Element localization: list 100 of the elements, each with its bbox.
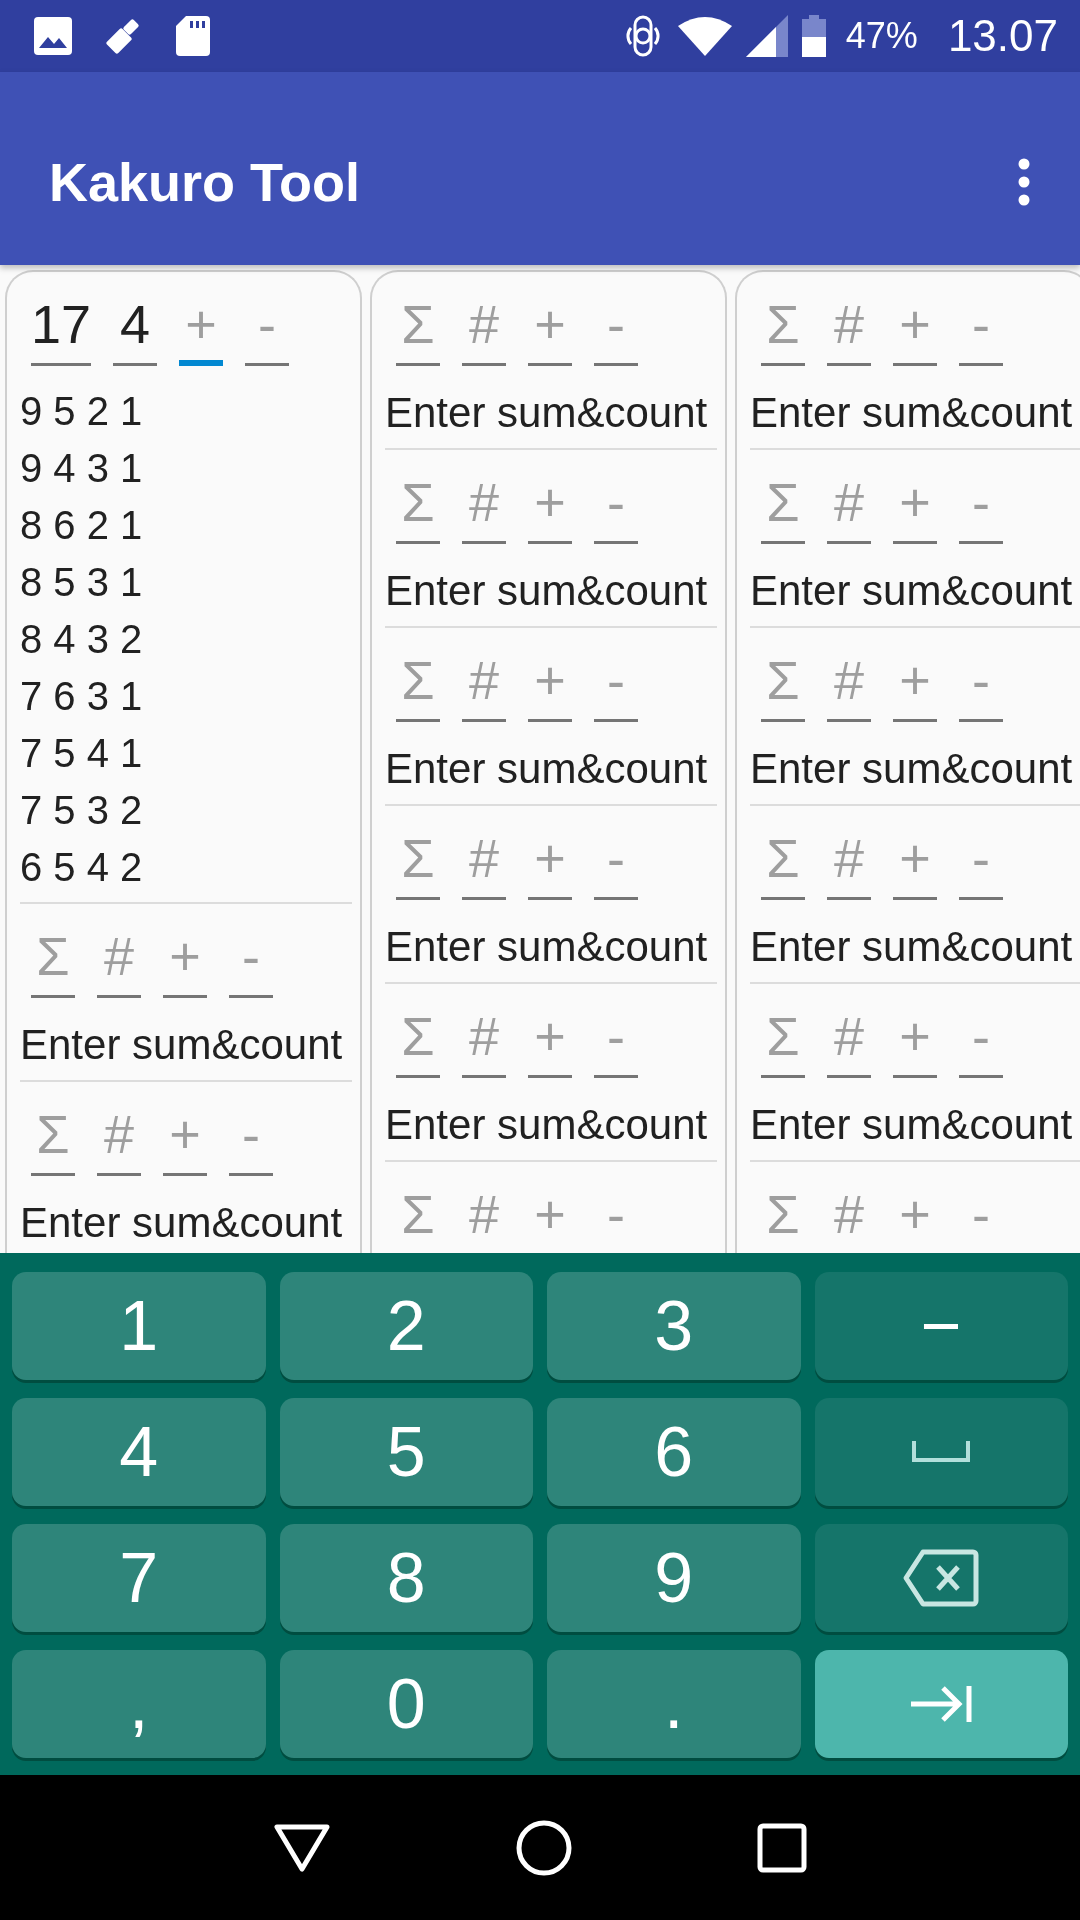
input-field[interactable]: + [179, 286, 224, 366]
image-icon [34, 17, 72, 55]
input-field[interactable]: + [893, 642, 937, 722]
input-field[interactable]: + [528, 642, 572, 722]
back-icon [272, 1822, 331, 1873]
battery-percent: 47% [845, 15, 918, 57]
input-field[interactable]: # [97, 1096, 141, 1176]
input-field[interactable]: Σ [31, 1096, 75, 1176]
key-button[interactable]: 3 [547, 1272, 801, 1380]
combination-line: 8 4 3 2 [20, 616, 144, 663]
input-field[interactable]: Σ [396, 998, 440, 1078]
input-field[interactable]: Σ [761, 286, 805, 366]
input-field[interactable]: # [462, 820, 506, 900]
input-field[interactable]: - [959, 820, 1003, 900]
input-field[interactable]: # [462, 286, 506, 366]
input-field[interactable]: - [229, 1096, 273, 1176]
key-button[interactable]: 7 [12, 1524, 266, 1632]
input-field[interactable]: Σ [31, 918, 75, 998]
input-field[interactable]: Σ [761, 998, 805, 1078]
key-button[interactable]: 1 [12, 1272, 266, 1380]
combination-line: 9 5 2 1 [20, 388, 144, 435]
space-icon [912, 1441, 971, 1463]
hint-text: Enter sum&count [385, 909, 717, 984]
input-field[interactable]: + [528, 998, 572, 1078]
input-field[interactable]: + [528, 464, 572, 544]
next-field-icon [909, 1684, 974, 1724]
wifi-icon [677, 16, 732, 56]
input-field[interactable]: - [959, 998, 1003, 1078]
combination-line: 7 6 3 1 [20, 673, 144, 720]
input-field[interactable]: Σ [396, 286, 440, 366]
input-field[interactable]: - [959, 464, 1003, 544]
key-button[interactable]: 5 [279, 1398, 533, 1506]
combination-line: 6 5 4 2 [20, 844, 144, 891]
hint-text: Enter sum&count [385, 553, 717, 628]
input-field[interactable]: - [229, 918, 273, 998]
input-field[interactable]: # [827, 464, 871, 544]
input-field[interactable]: - [245, 286, 290, 366]
input-field[interactable]: # [97, 918, 141, 998]
input-field[interactable]: # [827, 820, 871, 900]
input-field[interactable]: # [827, 998, 871, 1078]
hint-text: Enter sum&count [20, 1007, 352, 1082]
input-field[interactable]: # [827, 286, 871, 366]
hint-text: Enter sum&count [385, 375, 717, 450]
sd-card-icon [176, 16, 210, 56]
hint-text: Enter sum&count [385, 1087, 717, 1162]
key-button[interactable]: 0 [279, 1650, 533, 1758]
input-field[interactable]: # [462, 642, 506, 722]
input-field[interactable]: - [594, 642, 638, 722]
combination-line: 7 5 3 2 [20, 787, 144, 834]
brush-icon [106, 18, 142, 54]
backspace-key[interactable] [814, 1524, 1068, 1632]
recents-button[interactable] [757, 1822, 808, 1873]
input-field[interactable]: + [893, 286, 937, 366]
hint-text: Enter sum&count [750, 553, 1080, 628]
more-icon [1018, 157, 1030, 206]
key-button[interactable]: 4 [12, 1398, 266, 1506]
key-button[interactable]: 6 [547, 1398, 801, 1506]
key-button[interactable]: 8 [279, 1524, 533, 1632]
hint-text: Enter sum&count [750, 909, 1080, 984]
input-field[interactable]: - [594, 286, 638, 366]
input-field[interactable]: - [959, 642, 1003, 722]
key-button[interactable]: − [814, 1272, 1068, 1380]
home-button[interactable] [516, 1819, 572, 1876]
input-field[interactable]: - [959, 286, 1003, 366]
backspace-icon [903, 1549, 980, 1607]
input-field[interactable]: 4 [113, 286, 158, 366]
input-field[interactable]: Σ [761, 642, 805, 722]
hint-text: Enter sum&count [385, 731, 717, 806]
hint-text: Enter sum&count [750, 1087, 1080, 1162]
input-field[interactable]: + [163, 918, 207, 998]
input-field[interactable]: Σ [761, 820, 805, 900]
key-button[interactable]: . [547, 1650, 801, 1758]
input-field[interactable]: + [893, 464, 937, 544]
input-field[interactable]: Σ [396, 820, 440, 900]
input-field[interactable]: Σ [396, 464, 440, 544]
key-button[interactable]: 2 [279, 1272, 533, 1380]
input-field[interactable]: # [827, 642, 871, 722]
key-button[interactable]: 9 [547, 1524, 801, 1632]
input-field[interactable]: + [163, 1096, 207, 1176]
input-field[interactable]: Σ [396, 642, 440, 722]
input-field[interactable]: + [528, 286, 572, 366]
key-button[interactable]: , [12, 1650, 266, 1758]
input-field[interactable]: - [594, 464, 638, 544]
combination-line: 7 5 4 1 [20, 730, 144, 777]
input-field[interactable]: + [893, 998, 937, 1078]
battery-icon [801, 15, 826, 57]
input-field[interactable]: + [893, 820, 937, 900]
input-field[interactable]: 17 [31, 286, 92, 366]
combination-line: 8 5 3 1 [20, 559, 144, 606]
signal-icon [745, 15, 788, 57]
input-field[interactable]: # [462, 998, 506, 1078]
input-field[interactable]: - [594, 820, 638, 900]
app-title: Kakuro Tool [49, 150, 361, 213]
input-field[interactable]: + [528, 820, 572, 900]
input-field[interactable]: # [462, 464, 506, 544]
hint-text: Enter sum&count [750, 731, 1080, 806]
input-field[interactable]: Σ [761, 464, 805, 544]
back-button[interactable] [272, 1822, 331, 1873]
combination-line: 8 6 2 1 [20, 502, 144, 549]
input-field[interactable]: - [594, 998, 638, 1078]
